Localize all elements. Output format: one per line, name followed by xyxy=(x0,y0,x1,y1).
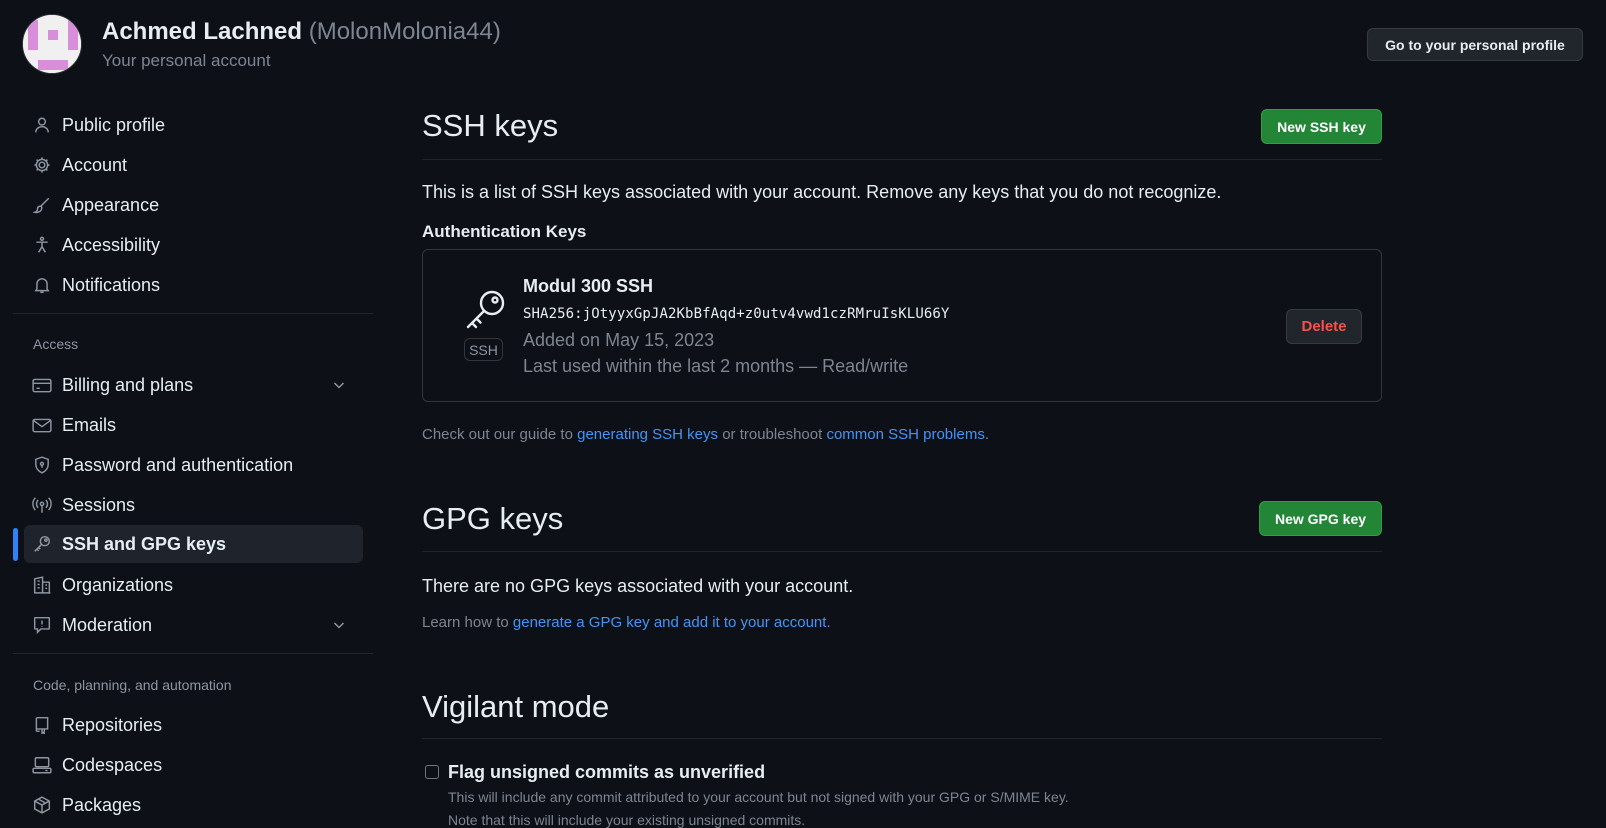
key-icon xyxy=(32,534,52,554)
chevron-down-icon[interactable] xyxy=(331,617,347,633)
sidebar-item-sessions[interactable]: Sessions xyxy=(24,486,363,524)
codespaces-icon xyxy=(32,755,52,775)
sidebar-item-label: Sessions xyxy=(62,494,136,515)
learn-prefix: Learn how to xyxy=(422,614,513,631)
chevron-down-icon[interactable] xyxy=(331,377,347,393)
sidebar-item-label: Accessibility xyxy=(62,234,161,255)
flag-unsigned-commits-label[interactable]: Flag unsigned commits as unverified xyxy=(448,762,765,783)
common-ssh-problems-link[interactable]: common SSH problems xyxy=(826,426,984,443)
section-divider xyxy=(422,551,1382,552)
active-indicator xyxy=(13,528,18,561)
report-icon xyxy=(32,615,52,635)
accessibility-icon xyxy=(32,235,52,255)
sidebar-divider xyxy=(13,313,373,314)
new-gpg-key-button[interactable]: New GPG key xyxy=(1259,501,1382,536)
gpg-learn-text: Learn how to generate a GPG key and add … xyxy=(422,614,831,631)
sidebar-item-password-authentication[interactable]: Password and authentication xyxy=(24,446,363,484)
sidebar-item-label: Codespaces xyxy=(62,754,163,775)
sidebar-item-account[interactable]: Account xyxy=(24,146,363,184)
ssh-key-item: SSH Modul 300 SSH SHA256:jOtyyxGpJA2KbBf… xyxy=(422,249,1382,402)
authentication-keys-heading: Authentication Keys xyxy=(422,222,587,241)
vigilant-note-existing: Note that this will include your existin… xyxy=(448,812,806,828)
organization-icon xyxy=(32,575,52,595)
vigilant-note: This will include any commit attributed … xyxy=(448,789,1069,805)
sidebar-item-codespaces[interactable]: Codespaces xyxy=(24,746,363,784)
ssh-description: This is a list of SSH keys associated wi… xyxy=(422,182,1222,202)
guide-middle: or troubleshoot xyxy=(718,426,827,443)
bell-icon xyxy=(32,275,52,295)
ssh-guide-text: Check out our guide to generating SSH ke… xyxy=(422,426,989,443)
sidebar-item-accessibility[interactable]: Accessibility xyxy=(24,226,363,264)
key-last-used: Last used within the last 2 months — Rea… xyxy=(523,356,909,376)
sidebar-item-label: Organizations xyxy=(62,574,174,595)
ssh-badge: SSH xyxy=(464,338,503,361)
gear-icon xyxy=(32,155,52,175)
sidebar-group-code: Code, planning, and automation xyxy=(33,677,232,693)
sidebar-item-label: Emails xyxy=(62,414,117,435)
guide-suffix: . xyxy=(984,426,989,443)
settings-sidebar: Public profile Account Appearance Access… xyxy=(0,0,375,828)
vigilant-mode-heading: Vigilant mode xyxy=(422,689,610,724)
sidebar-item-label: Repositories xyxy=(62,714,163,735)
generating-ssh-keys-link[interactable]: generating SSH keys xyxy=(577,426,718,443)
person-icon xyxy=(32,115,52,135)
gpg-keys-heading: GPG keys xyxy=(422,501,564,536)
sidebar-item-billing[interactable]: Billing and plans xyxy=(24,366,363,404)
sidebar-item-public-profile[interactable]: Public profile xyxy=(24,106,363,144)
sidebar-item-repositories[interactable]: Repositories xyxy=(24,706,363,744)
sidebar-item-label: Account xyxy=(62,154,128,175)
key-fingerprint: SHA256:jOtyyxGpJA2KbBfAqd+z0utv4vwd1czRM… xyxy=(523,306,950,322)
sidebar-item-label: Billing and plans xyxy=(62,374,194,395)
sidebar-item-label: Moderation xyxy=(62,614,153,635)
sidebar-group-access: Access xyxy=(33,336,79,352)
broadcast-icon xyxy=(32,495,52,515)
section-divider xyxy=(422,738,1382,739)
sidebar-item-notifications[interactable]: Notifications xyxy=(24,266,363,304)
sidebar-item-label: SSH and GPG keys xyxy=(62,533,227,554)
key-added-date: Added on May 15, 2023 xyxy=(523,330,715,350)
sidebar-item-ssh-gpg-keys[interactable]: SSH and GPG keys xyxy=(24,525,363,563)
sidebar-divider xyxy=(13,653,373,654)
sidebar-item-packages[interactable]: Packages xyxy=(24,786,363,824)
sidebar-item-moderation[interactable]: Moderation xyxy=(24,606,363,644)
flag-unsigned-commits-checkbox[interactable] xyxy=(425,765,439,779)
delete-key-button[interactable]: Delete xyxy=(1286,309,1362,344)
mail-icon xyxy=(32,415,52,435)
sidebar-item-label: Password and authentication xyxy=(62,454,294,475)
key-icon xyxy=(463,288,507,332)
go-to-profile-button[interactable]: Go to your personal profile xyxy=(1367,28,1583,61)
paintbrush-icon xyxy=(32,195,52,215)
sidebar-item-organizations[interactable]: Organizations xyxy=(24,566,363,604)
gpg-empty-message: There are no GPG keys associated with yo… xyxy=(422,576,854,596)
key-name: Modul 300 SSH xyxy=(523,276,654,296)
sidebar-item-label: Notifications xyxy=(62,274,161,295)
generate-gpg-key-link[interactable]: generate a GPG key and add it to your ac… xyxy=(513,614,827,631)
section-divider xyxy=(422,159,1382,160)
credit-card-icon xyxy=(32,375,52,395)
package-icon xyxy=(32,795,52,815)
sidebar-item-label: Packages xyxy=(62,794,142,815)
sidebar-item-label: Public profile xyxy=(62,114,166,135)
sidebar-item-emails[interactable]: Emails xyxy=(24,406,363,444)
sidebar-item-appearance[interactable]: Appearance xyxy=(24,186,363,224)
guide-prefix: Check out our guide to xyxy=(422,426,578,443)
ssh-keys-heading: SSH keys xyxy=(422,108,559,143)
sidebar-item-label: Appearance xyxy=(62,194,160,215)
repo-icon xyxy=(32,715,52,735)
shield-icon xyxy=(32,455,52,475)
new-ssh-key-button[interactable]: New SSH key xyxy=(1261,109,1382,144)
learn-suffix: . xyxy=(826,614,831,631)
